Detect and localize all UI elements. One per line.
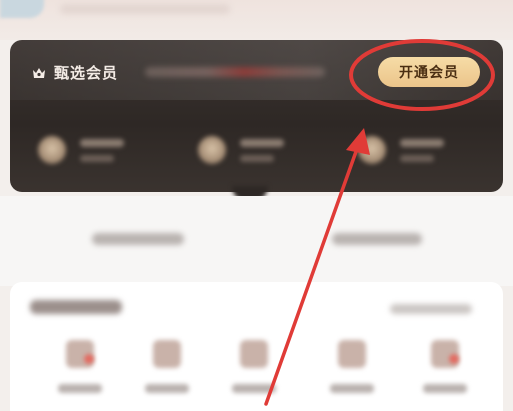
- blurred-view-all-orders-link[interactable]: [390, 304, 472, 314]
- order-shortcut[interactable]: [224, 340, 284, 411]
- benefit-item[interactable]: [198, 128, 284, 172]
- my-orders-section: [10, 282, 503, 411]
- order-icon: [153, 340, 181, 368]
- blurred-stat[interactable]: [332, 233, 422, 245]
- blurred-benefit-desc: [80, 154, 114, 162]
- order-icon: [338, 340, 366, 368]
- order-shortcut[interactable]: [415, 340, 475, 411]
- order-icon: [240, 340, 268, 368]
- crown-icon: [33, 68, 45, 78]
- blurred-benefit-desc: [400, 154, 434, 162]
- benefit-icon: [198, 136, 226, 164]
- stats-row: [0, 196, 513, 286]
- blurred-benefit-name: [80, 138, 124, 147]
- open-membership-button[interactable]: 开通会员: [378, 57, 480, 87]
- benefit-icon: [358, 136, 386, 164]
- blurred-order-label: [330, 384, 374, 393]
- blurred-order-label: [232, 384, 276, 393]
- order-shortcut[interactable]: [50, 340, 110, 411]
- blurred-order-label: [423, 384, 467, 393]
- blurred-benefit-name: [400, 138, 444, 147]
- top-header-area: [0, 0, 513, 40]
- blurred-benefit-name: [240, 138, 284, 147]
- blurred-benefit-desc: [240, 154, 274, 162]
- order-shortcut[interactable]: [322, 340, 382, 411]
- blurred-orders-title: [30, 300, 122, 314]
- benefit-icon: [38, 136, 66, 164]
- blurred-header-text: [60, 4, 230, 14]
- membership-title: 甄选会员: [54, 64, 119, 82]
- order-shortcut[interactable]: [137, 340, 197, 411]
- benefit-text: [240, 138, 284, 162]
- blurred-stat[interactable]: [92, 233, 184, 245]
- badge-dot: [84, 354, 94, 364]
- blurred-order-label: [58, 384, 102, 393]
- benefit-text: [400, 138, 444, 162]
- benefit-item[interactable]: [38, 128, 124, 172]
- badge-dot: [449, 354, 459, 364]
- benefit-text: [80, 138, 124, 162]
- blurred-order-label: [145, 384, 189, 393]
- avatar[interactable]: [0, 0, 44, 18]
- benefit-item[interactable]: [358, 128, 444, 172]
- membership-card[interactable]: 甄选会员 开通会员: [10, 40, 503, 192]
- blurred-promo-text: [145, 67, 325, 77]
